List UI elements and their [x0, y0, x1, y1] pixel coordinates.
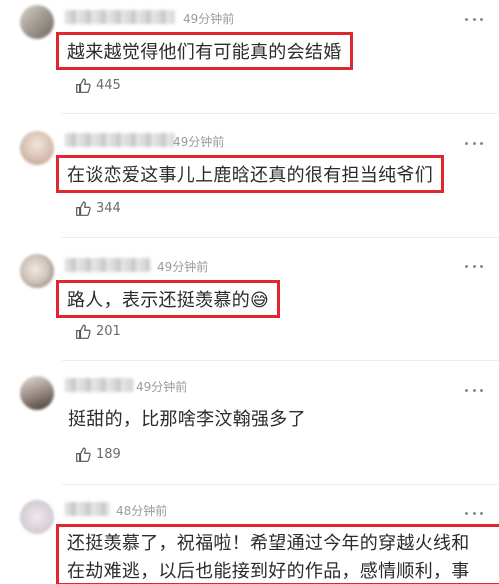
like-button[interactable]: 445: [75, 77, 121, 94]
comment-text: 路人，表示还挺羡慕的😅: [56, 280, 281, 318]
thumbs-up-icon: [76, 78, 91, 93]
comment-text-line: 还挺羡慕了，祝福啦！希望通过今年的穿越火线和: [67, 533, 470, 554]
like-button[interactable]: 201: [75, 323, 121, 340]
comment-time: 49分钟前: [136, 380, 188, 394]
thumbs-up-icon: [76, 324, 91, 339]
more-dots-icon[interactable]: [465, 510, 483, 516]
avatar[interactable]: [20, 376, 54, 410]
divider: [62, 113, 499, 114]
thumbs-up-icon: [76, 447, 91, 462]
avatar[interactable]: [20, 500, 54, 534]
divider: [62, 484, 499, 485]
divider: [62, 360, 499, 361]
username-redacted[interactable]: [65, 378, 133, 392]
comment-time: 48分钟前: [116, 504, 168, 518]
more-dots-icon[interactable]: [465, 263, 483, 269]
more-dots-icon[interactable]: [465, 16, 483, 22]
comment-text: 越来越觉得他们有可能真的会结婚: [56, 32, 353, 70]
comment-text: 挺甜的，比那啥李汶翰强多了: [68, 409, 306, 430]
comment-time: 49分钟前: [183, 12, 235, 26]
divider: [62, 237, 499, 238]
avatar[interactable]: [20, 254, 54, 288]
comment-text: 还挺羡慕了，祝福啦！希望通过今年的穿越火线和 在劫难逃，以后也能接到好的作品，感…: [56, 524, 499, 584]
avatar[interactable]: [20, 5, 54, 39]
comment-time: 49分钟前: [173, 135, 225, 149]
like-count: 189: [96, 447, 121, 462]
more-dots-icon[interactable]: [465, 387, 483, 393]
like-button[interactable]: 189: [75, 446, 121, 463]
like-count: 344: [96, 201, 121, 216]
username-redacted[interactable]: [65, 133, 175, 147]
more-dots-icon[interactable]: [465, 140, 483, 146]
like-button[interactable]: 344: [75, 200, 121, 217]
username-redacted[interactable]: [65, 258, 150, 272]
like-count: 201: [96, 324, 121, 339]
comment-text-line: 在劫难逃，以后也能接到好的作品，感情顺利，事: [67, 561, 470, 582]
like-count: 445: [96, 78, 121, 93]
thumbs-up-icon: [76, 201, 91, 216]
avatar[interactable]: [20, 131, 54, 165]
comment-time: 49分钟前: [157, 260, 209, 274]
username-redacted[interactable]: [65, 10, 175, 24]
comment-text: 在谈恋爱这事儿上鹿晗还真的很有担当纯爷们: [56, 155, 444, 193]
username-redacted[interactable]: [65, 502, 110, 516]
